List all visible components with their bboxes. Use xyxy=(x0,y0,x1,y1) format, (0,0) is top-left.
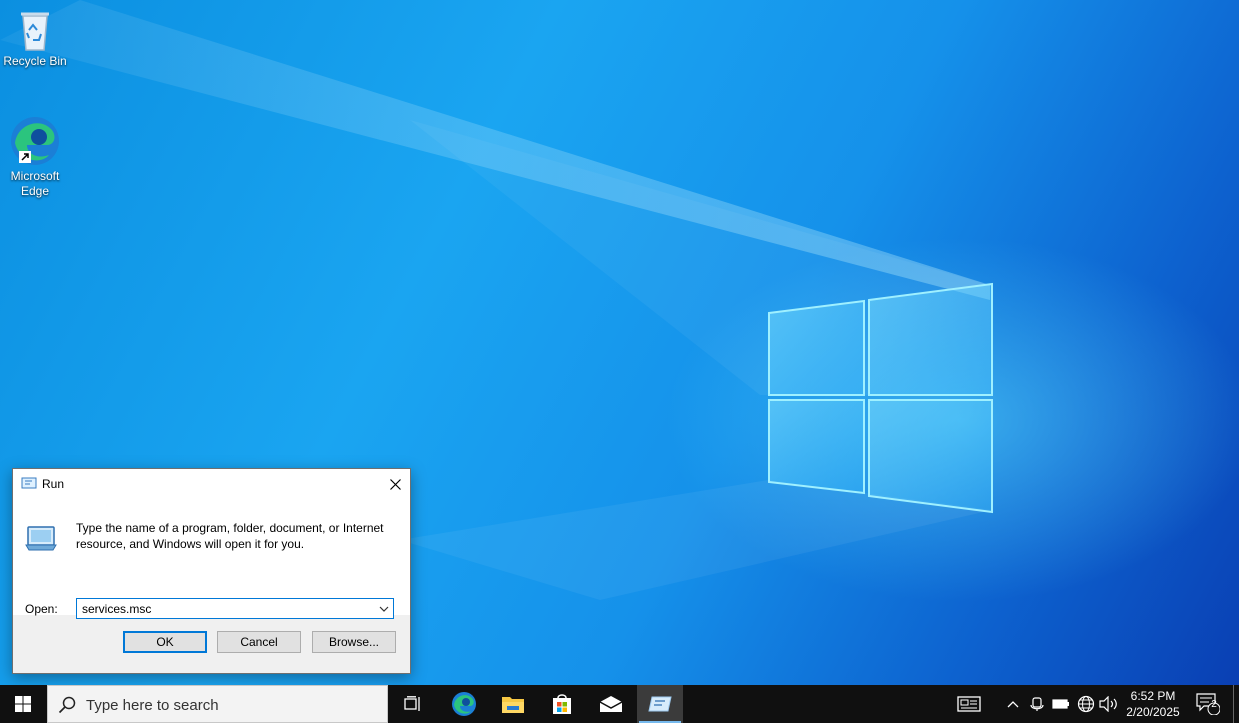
open-input[interactable] xyxy=(79,600,377,617)
open-combobox[interactable] xyxy=(76,598,394,619)
run-dialog: Run Type the name of a program, folder, … xyxy=(12,468,411,674)
action-center-button[interactable]: 2 xyxy=(1190,685,1226,723)
desktop-icon-label: Microsoft Edge xyxy=(10,169,60,198)
open-label: Open: xyxy=(25,602,58,616)
windows-logo-icon xyxy=(15,696,31,712)
clock-date: 2/20/2025 xyxy=(1126,705,1180,719)
search-icon xyxy=(58,696,76,714)
edge-icon xyxy=(451,692,476,716)
mail-icon xyxy=(599,696,622,712)
cancel-button[interactable]: Cancel xyxy=(217,631,301,653)
taskbar-run[interactable] xyxy=(637,685,683,723)
search-placeholder: Type here to search xyxy=(86,697,219,714)
run-body: Type the name of a program, folder, docu… xyxy=(13,499,410,619)
run-icon xyxy=(648,696,672,712)
run-icon xyxy=(21,477,37,489)
notification-count: 2 xyxy=(1211,699,1217,710)
show-desktop-button[interactable] xyxy=(1233,685,1234,723)
desktop-icon-label: Recycle Bin xyxy=(3,54,67,68)
task-view-button[interactable] xyxy=(392,685,434,723)
clock-time: 6:52 PM xyxy=(1130,689,1176,703)
tray-meet-now[interactable] xyxy=(1027,685,1047,723)
network-globe-icon xyxy=(1077,695,1095,713)
ok-button[interactable]: OK xyxy=(123,631,207,653)
taskbar-store[interactable] xyxy=(539,685,584,723)
taskbar: Type here to search 6:52 PM 2/20/2025 2 xyxy=(0,685,1239,723)
task-view-icon xyxy=(404,696,420,711)
file-explorer-icon xyxy=(501,697,524,713)
taskbar-search-box[interactable]: Type here to search xyxy=(47,685,388,723)
close-button[interactable] xyxy=(380,469,410,499)
browse-button[interactable]: Browse... xyxy=(312,631,396,653)
tray-volume[interactable] xyxy=(1098,685,1120,723)
taskbar-edge[interactable] xyxy=(441,685,486,723)
dropdown-button[interactable] xyxy=(375,599,393,618)
news-icon xyxy=(957,696,981,712)
chevron-up-icon xyxy=(1007,701,1019,708)
run-program-icon xyxy=(25,526,57,551)
desktop-icon-edge[interactable]: Microsoft Edge xyxy=(0,115,70,199)
desktop-icon-recycle-bin[interactable]: Recycle Bin xyxy=(0,8,70,69)
tray-network[interactable] xyxy=(1075,685,1097,723)
store-icon xyxy=(552,694,571,714)
run-titlebar[interactable]: Run xyxy=(13,469,410,499)
start-button[interactable] xyxy=(0,685,46,723)
close-icon xyxy=(389,478,401,490)
volume-icon xyxy=(1099,696,1117,712)
news-button[interactable] xyxy=(952,685,986,723)
run-title: Run xyxy=(42,477,65,491)
run-description: Type the name of a program, folder, docu… xyxy=(76,521,384,551)
edge-icon xyxy=(11,117,59,165)
chevron-down-icon xyxy=(379,606,389,612)
show-hidden-icons-button[interactable] xyxy=(1002,685,1024,723)
taskbar-mail[interactable] xyxy=(588,685,633,723)
taskbar-clock[interactable]: 6:52 PM 2/20/2025 xyxy=(1120,688,1186,720)
taskbar-file-explorer[interactable] xyxy=(490,685,535,723)
battery-icon xyxy=(1052,699,1069,709)
meet-now-icon xyxy=(1030,697,1044,711)
tray-battery[interactable] xyxy=(1050,685,1072,723)
recycle-bin-icon xyxy=(21,12,49,51)
